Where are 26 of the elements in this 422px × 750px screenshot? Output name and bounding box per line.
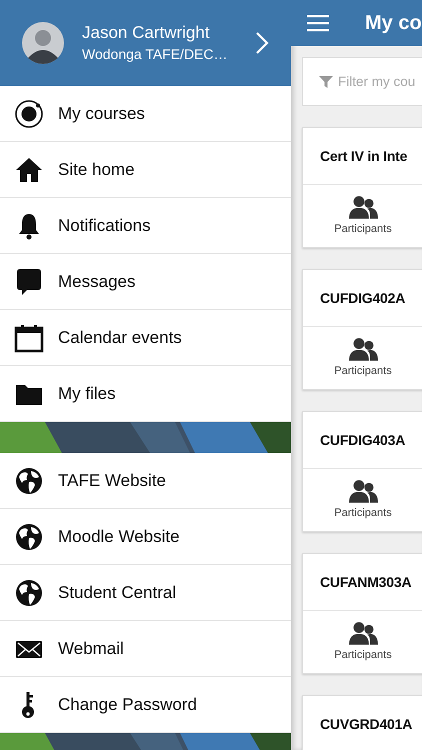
page-title: My co (365, 11, 422, 36)
participants-button[interactable]: Participants (303, 611, 422, 673)
globe-icon (14, 522, 44, 552)
calendar-icon (14, 322, 44, 352)
globe-icon (14, 466, 44, 496)
participants-button[interactable]: Participants (303, 185, 422, 247)
menu-icon (307, 14, 329, 32)
user-site: Wodonga TAFE/DEC… (82, 45, 229, 64)
speech-bubble-icon (14, 266, 44, 296)
course-title[interactable]: CUFDIG402A (303, 270, 422, 327)
globe-icon (14, 578, 44, 608)
course-title[interactable]: Cert IV in Inte (303, 128, 422, 185)
course-title[interactable]: CUFDIG403A (303, 412, 422, 469)
target-icon (14, 98, 44, 128)
course-title[interactable]: CUVGRD401A (303, 696, 422, 750)
filter-field[interactable]: Filter my cou (302, 57, 422, 106)
chevron-right-icon (255, 31, 269, 55)
people-icon (348, 620, 378, 645)
avatar (22, 22, 64, 64)
user-name: Jason Cartwright (82, 22, 211, 44)
course-title[interactable]: CUFANM303A (303, 554, 422, 611)
participants-button[interactable]: Participants (303, 327, 422, 389)
people-icon (348, 478, 378, 503)
people-icon (348, 336, 378, 361)
participants-button[interactable]: Participants (303, 469, 422, 531)
people-icon (348, 194, 378, 219)
